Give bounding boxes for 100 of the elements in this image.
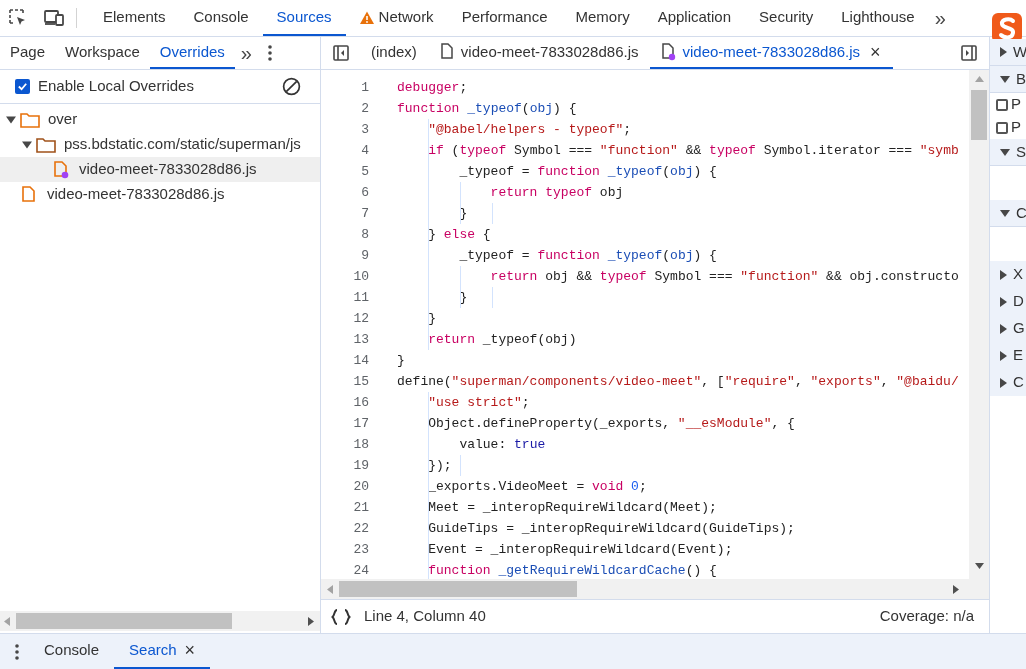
line-number: 24 [352, 561, 369, 579]
collapsed-arrow-icon [1000, 377, 1007, 388]
scroll-right-icon[interactable] [953, 584, 959, 594]
scroll-down-icon[interactable] [974, 563, 984, 569]
code-line: _typeof = function _typeof(obj) { [458, 246, 717, 265]
expanded-arrow-icon [1000, 75, 1010, 83]
code-line: if (typeof Symbol === "function" && typeof Symbol.iterator === "symb [427, 141, 959, 160]
editor-tab[interactable]: video-meet-7833028d86.js [428, 37, 651, 69]
panel-tab[interactable]: Memory [561, 0, 644, 36]
section-header[interactable]: C [990, 369, 1026, 396]
line-number: 2 [360, 99, 369, 118]
line-number: 5 [360, 162, 369, 181]
modified-file-icon [54, 160, 69, 179]
file-icon [440, 43, 455, 61]
tree-item[interactable]: over [0, 107, 320, 132]
more-tabs-button[interactable]: » [934, 3, 946, 33]
collapsed-arrow-icon [1000, 323, 1007, 334]
code-line: } [458, 288, 468, 307]
line-number: 9 [360, 246, 369, 265]
line-number: 11 [352, 288, 369, 307]
code-line: function _typeof(obj) { [397, 99, 577, 118]
sidebar-tab[interactable]: Workspace [55, 37, 150, 69]
collapsed-arrow-icon [1000, 47, 1007, 57]
more-options-icon[interactable] [15, 643, 19, 660]
scrollbar-thumb[interactable] [339, 581, 577, 597]
expanded-arrow-icon[interactable] [22, 140, 32, 149]
folder-icon [36, 136, 56, 153]
section-header[interactable]: C [990, 200, 1026, 227]
line-number: 17 [352, 414, 369, 433]
line-number: 22 [352, 519, 369, 538]
panel-tab[interactable]: Performance [447, 0, 562, 36]
checkbox[interactable] [996, 98, 1008, 111]
section-header[interactable]: D [990, 288, 1026, 315]
clear-icon[interactable] [282, 77, 301, 96]
collapsed-arrow-icon [1000, 269, 1007, 280]
device-toolbar-icon[interactable] [44, 10, 64, 26]
inspect-element-icon[interactable] [9, 9, 27, 27]
warning-icon [359, 10, 374, 24]
scrollbar-thumb[interactable] [971, 90, 987, 140]
section-header[interactable]: X [990, 261, 1026, 288]
code-line: } [458, 204, 468, 223]
checkbox[interactable] [996, 121, 1008, 134]
panel-tab[interactable]: Network [345, 0, 448, 36]
line-number: 1 [360, 78, 369, 97]
panel-tab[interactable]: Console [179, 0, 263, 36]
line-number: 23 [352, 540, 369, 559]
close-icon[interactable]: × [870, 38, 881, 66]
close-icon[interactable]: × [184, 637, 196, 664]
folder-icon [20, 111, 40, 128]
code-line: Meet = _interopRequireWildcard(Meet); [427, 498, 717, 517]
more-tabs-button[interactable]: » [240, 38, 252, 68]
line-number: 7 [360, 204, 369, 223]
toggle-navigator-icon[interactable] [333, 45, 349, 61]
code-line: } [427, 309, 436, 328]
section-header[interactable]: E [990, 342, 1026, 369]
line-number: 16 [352, 393, 369, 412]
collapsed-arrow-icon [1000, 296, 1007, 307]
code-line: "use strict"; [427, 393, 530, 412]
panel-tab[interactable]: Elements [89, 0, 180, 36]
cursor-position: Line 4, Column 40 [364, 606, 486, 627]
panel-tab[interactable]: Application [643, 0, 746, 36]
panel-tab[interactable]: Security [745, 0, 828, 36]
code-line: return _typeof(obj) [427, 330, 577, 349]
pretty-print-icon[interactable] [331, 608, 351, 625]
toggle-debugger-icon[interactable] [961, 45, 977, 61]
code-line: function _getRequireWildcardCache() { [427, 561, 717, 579]
editor-tab[interactable]: (index) [359, 37, 429, 69]
tree-item[interactable]: video-meet-7833028d86.js [0, 182, 320, 207]
code-line: GuideTips = _interopRequireWildcard(GuideTips); [427, 519, 795, 538]
code-line: debugger; [397, 78, 468, 97]
line-number: 20 [352, 477, 369, 496]
code-line: _typeof = function _typeof(obj) { [458, 162, 717, 181]
checkbox-label: P [1011, 117, 1021, 138]
expanded-arrow-icon[interactable] [6, 115, 16, 124]
section-header[interactable]: B [990, 66, 1026, 93]
tree-item[interactable]: pss.bdstatic.com/static/superman/js [0, 132, 320, 157]
checkbox-label: Enable Local Overrides [38, 76, 194, 97]
tree-item[interactable]: video-meet-7833028d86.js [0, 157, 320, 182]
expanded-arrow-icon [1000, 148, 1010, 156]
code-line: Object.defineProperty(_exports, "__esModule", { [427, 414, 795, 433]
line-number: 21 [352, 498, 369, 517]
drawer-tab[interactable]: Search × [114, 634, 211, 669]
line-number: 13 [352, 330, 369, 349]
panel-tab[interactable]: Lighthouse [827, 0, 929, 36]
scroll-right-icon[interactable] [308, 616, 314, 626]
line-number: 18 [352, 435, 369, 454]
sidebar-tab[interactable]: Overrides [149, 37, 235, 69]
scrollbar-thumb[interactable] [16, 613, 232, 629]
line-number: 4 [360, 141, 369, 160]
drawer-tab[interactable]: Console [29, 634, 115, 669]
checkbox-label: P [1011, 94, 1021, 115]
sidebar-tab[interactable]: Page [0, 37, 56, 69]
section-header[interactable]: G [990, 315, 1026, 342]
code-line: }); [427, 456, 452, 475]
section-header[interactable]: S [990, 139, 1026, 166]
more-options-icon[interactable] [267, 45, 272, 61]
line-number: 8 [360, 225, 369, 244]
line-number: 15 [352, 372, 369, 391]
line-number: 19 [352, 456, 369, 475]
code-line: "@babel/helpers - typeof"; [427, 120, 632, 139]
